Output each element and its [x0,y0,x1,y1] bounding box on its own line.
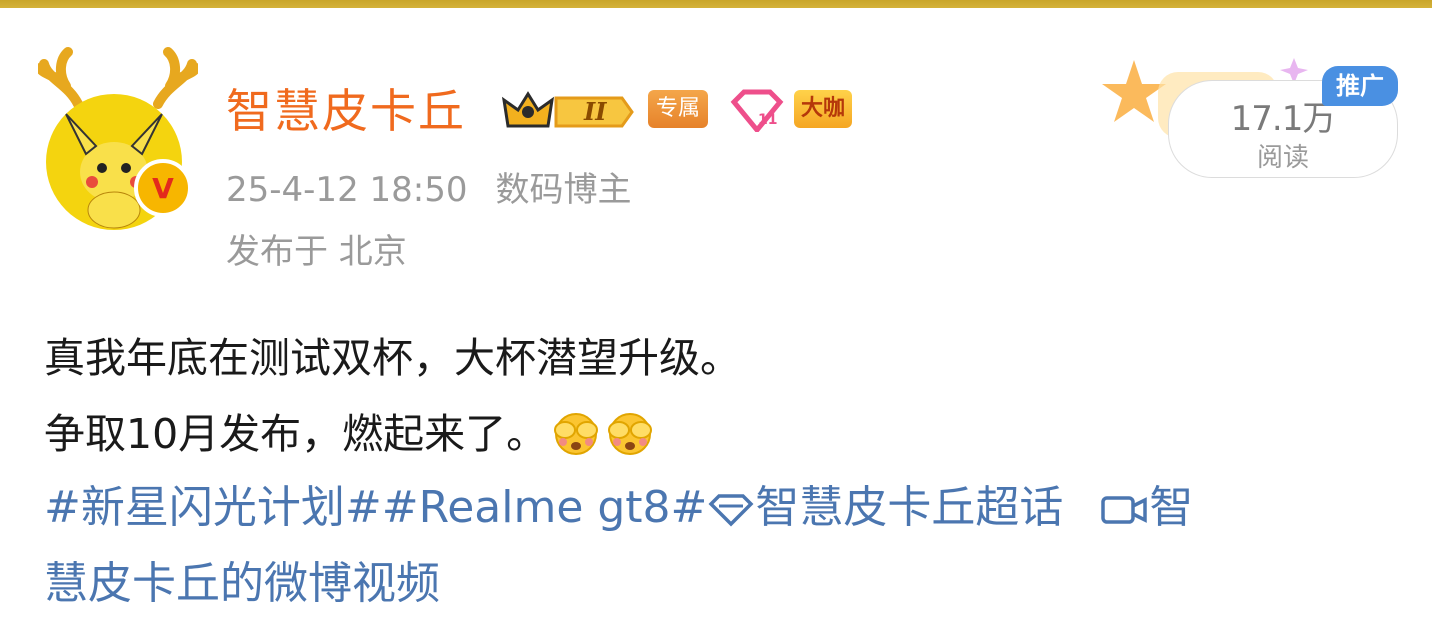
avatar[interactable]: V [38,44,198,230]
read-label: 阅读 [1256,143,1309,173]
promo-tag[interactable]: 推广 [1322,66,1398,106]
author-name[interactable]: 智慧皮卡丘 [226,82,466,140]
post-tags: #新星闪光计划##Realme gt8# 智慧皮卡丘超话 智慧皮卡丘的微博视频 [44,470,1384,622]
video-link-label: 智 [1149,482,1194,533]
badge-exclusive[interactable]: 专属 [648,90,709,128]
content-line-text: 争取10月发布，燃起来了。 [44,410,548,458]
super-topic-label: 智慧皮卡丘超话 [755,482,1064,533]
hashtag-link-2[interactable]: #Realme gt8# [382,482,708,533]
crown-icon: II [501,91,634,128]
post-location: 发布于 北京 [226,232,407,272]
cover-face-emoji-icon [608,413,653,455]
level-badge-text: II [583,97,607,126]
post-content: 真我年底在测试双杯，大杯潜望升级。 争取10月发布，燃起来了。 [44,320,1372,472]
hashtag-link[interactable]: #新星闪光计划# [44,482,382,533]
post-category[interactable]: 数码博主 [496,170,632,210]
super-topic-link[interactable]: 智慧皮卡丘超话 [707,482,1063,533]
verified-badge: V [134,159,192,217]
post-card: V 智慧皮卡丘 II 专属 11 大咖 25-4-12 18:50 数码博主 发布… [0,8,1432,609]
post-meta-time: 25-4-12 18:50 数码博主 [226,168,632,212]
video-link[interactable]: 智 [1099,482,1193,533]
diamond-icon [708,494,754,527]
video-camera-icon [1101,496,1148,524]
badge-bigshot[interactable]: 大咖 [794,90,853,128]
video-link-label-cont[interactable]: 慧皮卡丘的微博视频 [44,558,440,609]
cover-face-emoji-icon [554,413,599,455]
svg-text:11: 11 [758,112,777,128]
vip-gem-icon[interactable]: 11 [730,88,784,132]
post-time: 25-4-12 18:50 [226,170,468,210]
content-line: 真我年底在测试双杯，大杯潜望升级。 [44,334,741,382]
content-line-2: 争取10月发布，燃起来了。 [44,396,1372,472]
